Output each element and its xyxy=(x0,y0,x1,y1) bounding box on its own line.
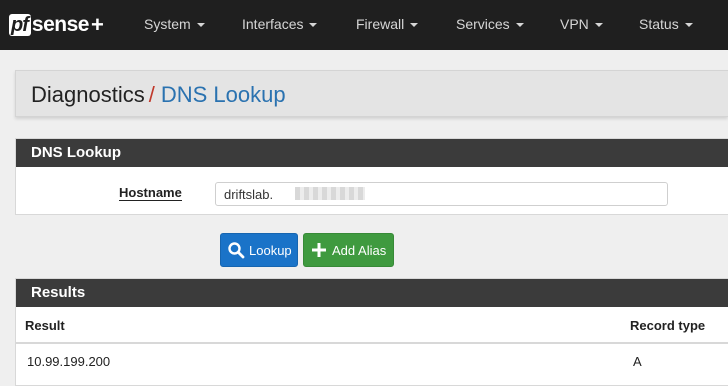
caret-down-icon xyxy=(309,23,318,28)
nav-vpn-menu[interactable]: VPN xyxy=(560,16,603,32)
column-header-record-type: Record type xyxy=(630,318,706,333)
caret-down-icon xyxy=(684,23,693,28)
nav-label: Interfaces xyxy=(242,16,304,32)
lookup-button[interactable]: Lookup xyxy=(220,233,298,267)
logo-wordmark: sense xyxy=(31,13,90,36)
top-navbar: pf sense + System Interfaces Firewall Se… xyxy=(0,0,728,50)
pfsense-logo[interactable]: pf sense + xyxy=(9,11,104,39)
results-panel: Results Result Record type 10.99.199.200… xyxy=(15,278,728,386)
nav-system-menu[interactable]: System xyxy=(144,16,205,32)
logo-plus: + xyxy=(90,12,104,37)
nav-services-menu[interactable]: Services xyxy=(456,16,524,32)
table-header: Result Record type xyxy=(16,307,728,344)
nav-label: Status xyxy=(639,16,679,32)
nav-interfaces-menu[interactable]: Interfaces xyxy=(242,16,318,32)
nav-status-menu[interactable]: Status xyxy=(639,16,693,32)
page-title: Diagnostics / DNS Lookup xyxy=(31,82,286,108)
table-row: 10.99.199.200 A xyxy=(16,346,728,379)
lookup-label: Lookup xyxy=(249,242,292,258)
breadcrumb-separator: / xyxy=(148,82,155,107)
nav-label: System xyxy=(144,16,191,32)
nav-label: Firewall xyxy=(356,16,405,32)
add-alias-label: Add Alias xyxy=(332,242,387,258)
breadcrumb: Diagnostics / DNS Lookup xyxy=(15,70,728,117)
column-header-result: Result xyxy=(25,318,65,333)
result-value: 10.99.199.200 xyxy=(27,354,111,369)
breadcrumb-parent[interactable]: Diagnostics xyxy=(31,82,145,107)
plus-icon xyxy=(312,243,326,257)
nav-label: VPN xyxy=(560,16,589,32)
caret-down-icon xyxy=(515,23,524,28)
redacted-blur xyxy=(295,187,365,200)
add-alias-button[interactable]: Add Alias xyxy=(303,233,394,267)
caret-down-icon xyxy=(410,23,419,28)
logo-pf-mark: pf xyxy=(9,14,31,36)
dns-lookup-panel: DNS Lookup Hostname xyxy=(15,138,728,215)
panel-title: Results xyxy=(16,279,728,307)
nav-firewall-menu[interactable]: Firewall xyxy=(356,16,419,32)
panel-title: DNS Lookup xyxy=(16,139,728,167)
hostname-label: Hostname xyxy=(119,185,182,201)
search-icon xyxy=(228,242,245,259)
caret-down-icon xyxy=(594,23,603,28)
breadcrumb-current[interactable]: DNS Lookup xyxy=(161,82,286,107)
record-type-value: A xyxy=(633,354,642,369)
caret-down-icon xyxy=(196,23,205,28)
nav-label: Services xyxy=(456,16,510,32)
hostname-input[interactable] xyxy=(215,182,668,206)
